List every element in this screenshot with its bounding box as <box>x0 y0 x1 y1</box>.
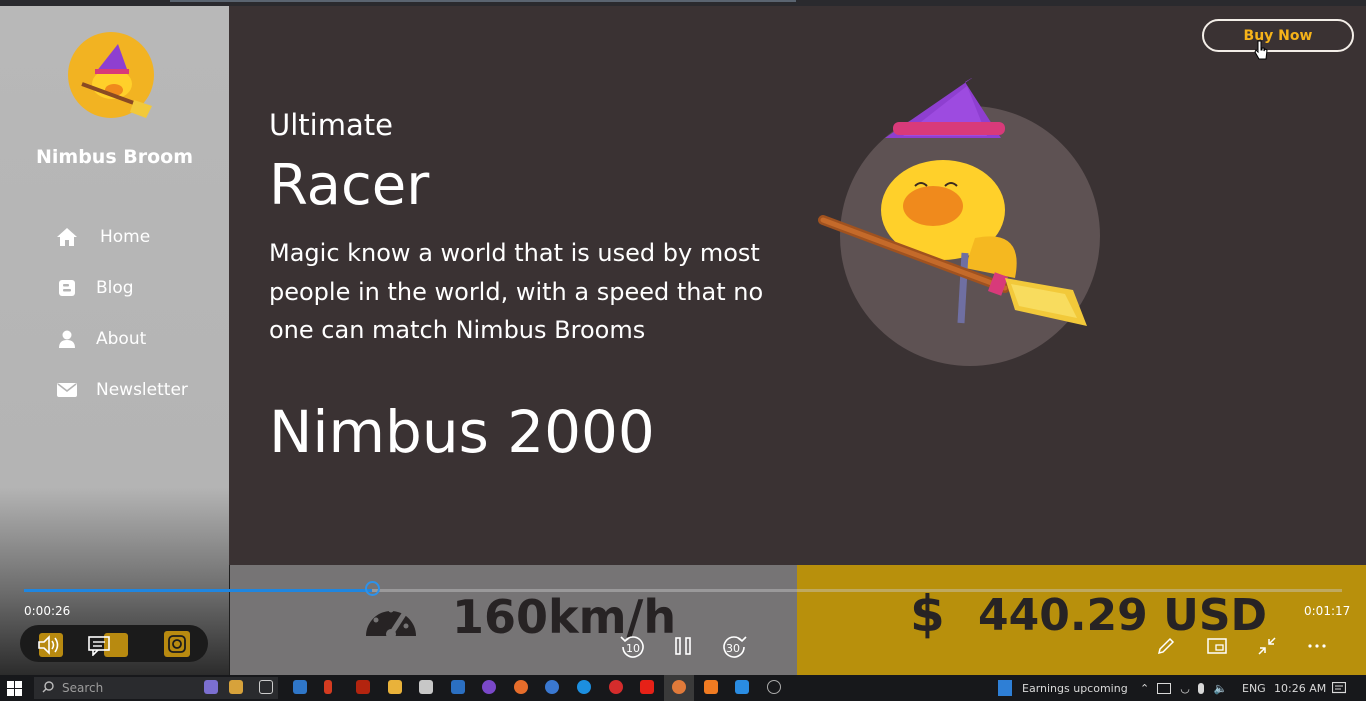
nav-newsletter-label: Newsletter <box>96 380 188 400</box>
speedometer-icon <box>362 596 420 646</box>
mascot-illustration <box>818 78 1087 326</box>
taskbar-app-icon-4[interactable] <box>482 680 496 694</box>
seek-thumb[interactable] <box>365 581 380 596</box>
nav-home-label: Home <box>100 227 151 247</box>
hero-description: Magic know a world that is used by most … <box>269 239 764 344</box>
task-view-icon[interactable] <box>259 680 273 694</box>
acrobat-icon[interactable] <box>356 680 370 694</box>
nav-newsletter[interactable]: Newsletter <box>56 375 188 405</box>
total-time: 0:01:17 <box>1304 604 1351 618</box>
notifications-icon[interactable] <box>1331 681 1347 700</box>
home-icon <box>56 226 78 248</box>
logo-mascot <box>68 32 154 118</box>
news-widget[interactable]: Earnings upcoming <box>998 675 1128 701</box>
file-explorer-icon[interactable] <box>388 680 402 694</box>
envelope-icon <box>56 379 78 401</box>
windows-start-icon[interactable] <box>7 681 22 700</box>
hero-model: Nimbus 2000 <box>269 398 655 466</box>
hero-title: Racer <box>269 153 430 218</box>
seek-progress <box>24 589 372 592</box>
speaker-icon: 🔈 <box>1213 681 1228 695</box>
instagram-icon <box>164 631 190 657</box>
firefox-dev-icon[interactable] <box>545 680 559 694</box>
buy-now-button[interactable]: Buy Now <box>1202 19 1354 52</box>
taskbar-app-icon-5[interactable] <box>704 680 718 694</box>
hero-kicker: Ultimate <box>269 108 393 142</box>
miniplayer-icon[interactable] <box>1205 634 1229 658</box>
vscode-icon[interactable] <box>735 680 749 694</box>
youtube-icon[interactable] <box>640 680 654 694</box>
taskbar-app-icon-2[interactable] <box>229 680 243 694</box>
captions-icon[interactable] <box>86 633 112 659</box>
edge-icon[interactable] <box>577 680 591 694</box>
nav-home[interactable]: Home <box>56 222 150 252</box>
exit-fullscreen-icon[interactable] <box>1255 634 1279 658</box>
taskbar-app-icon-3[interactable] <box>293 680 307 694</box>
nav-about-label: About <box>96 329 147 349</box>
system-tray-icons[interactable]: ⌃ ◡ 🔈 <box>1140 675 1236 701</box>
pause-button[interactable] <box>672 634 694 658</box>
news-widget-label: Earnings upcoming <box>1022 681 1128 695</box>
nav-blog[interactable]: Blog <box>56 273 134 303</box>
volume-icon[interactable] <box>36 632 62 658</box>
top-strip-segment <box>170 0 796 2</box>
more-options-icon[interactable] <box>1305 634 1329 658</box>
firefox-icon[interactable] <box>514 680 528 694</box>
mouse-cursor-icon <box>1254 40 1268 64</box>
pen-icon[interactable] <box>1154 634 1178 658</box>
clock[interactable]: 10:26 AM <box>1274 675 1326 701</box>
brand-name: Nimbus Broom <box>35 146 194 168</box>
tray-chevron-icon: ⌃ <box>1140 681 1150 695</box>
battery-icon <box>1157 682 1172 694</box>
language-indicator[interactable]: ENG <box>1242 675 1266 701</box>
sidebar: Nimbus Broom Home Blog About Newsletter <box>0 6 229 675</box>
chrome-icon[interactable] <box>672 680 686 694</box>
search-icon <box>42 680 54 696</box>
elapsed-time: 0:00:26 <box>24 604 71 618</box>
store-icon[interactable] <box>419 680 433 694</box>
nav-about[interactable]: About <box>56 324 146 354</box>
taskbar-app-icon-6[interactable] <box>767 680 781 694</box>
search-placeholder: Search <box>62 681 104 695</box>
stock-chart-icon <box>998 680 1012 696</box>
wifi-icon: ◡ <box>1180 681 1190 695</box>
mail-icon[interactable] <box>451 680 465 694</box>
skip-forward-seconds: 30 <box>726 642 740 655</box>
opera-icon[interactable] <box>609 680 623 694</box>
currency-symbol: $ <box>910 585 945 643</box>
blogger-icon <box>56 277 78 299</box>
skip-back-seconds: 10 <box>626 642 640 655</box>
user-icon <box>56 328 78 350</box>
nav-blog-label: Blog <box>96 278 134 298</box>
taskbar-app-icon-1[interactable] <box>204 680 218 694</box>
microphone-icon <box>1197 682 1204 694</box>
office-icon[interactable] <box>324 680 332 694</box>
